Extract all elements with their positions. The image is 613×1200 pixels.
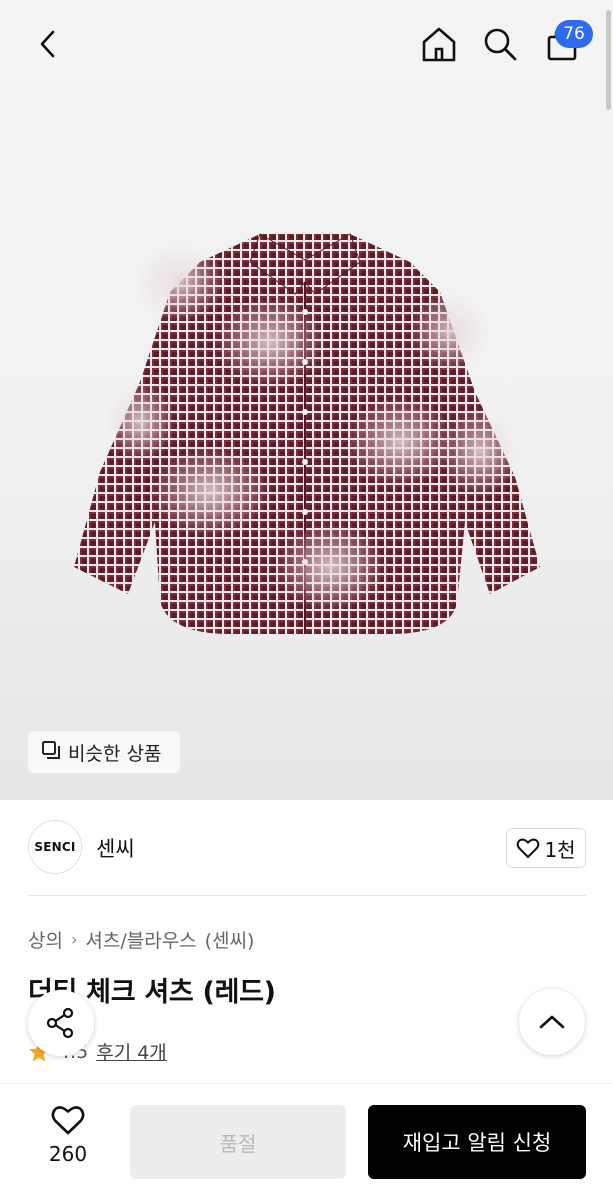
product-like-button[interactable]: 260 (30, 1104, 106, 1176)
brand-row: SENCI 센씨 1천 (0, 800, 613, 896)
search-button[interactable] (478, 22, 522, 66)
cart-count-badge: 76 (555, 20, 593, 48)
divider (28, 895, 586, 896)
heart-icon (517, 838, 540, 859)
search-icon (484, 28, 517, 61)
bottom-action-bar: 260 품절 재입고 알림 신청 (0, 1083, 613, 1200)
product-image[interactable] (60, 222, 550, 642)
product-image-area[interactable]: 비슷한 상품 (0, 0, 613, 800)
brand-name[interactable]: 센씨 (96, 833, 135, 863)
similar-items-label: 비슷한 상품 (68, 742, 162, 765)
brand-like-count: 1천 (544, 837, 576, 862)
chevron-right-icon: › (70, 930, 78, 949)
chevron-left-icon (40, 30, 55, 58)
brand-like-button[interactable]: 1천 (506, 828, 586, 868)
heart-icon (51, 1106, 85, 1135)
top-nav-bar: 76 (0, 0, 613, 90)
home-icon (422, 27, 456, 62)
review-count-link[interactable]: 후기 4개 (96, 1038, 167, 1065)
breadcrumb: 상의 › 셔츠/블라우스 (센씨) (28, 926, 254, 953)
home-button[interactable] (417, 22, 461, 66)
breadcrumb-category[interactable]: 상의 (28, 926, 63, 953)
breadcrumb-brand[interactable]: (센씨) (205, 926, 255, 953)
restock-alert-button[interactable]: 재입고 알림 신청 (368, 1105, 586, 1179)
similar-items-button[interactable]: 비슷한 상품 (28, 731, 180, 773)
brand-logo[interactable]: SENCI (28, 820, 82, 874)
share-button[interactable] (28, 990, 94, 1056)
similar-items-icon (40, 739, 62, 765)
soldout-button[interactable]: 품절 (130, 1105, 346, 1179)
share-icon (46, 1007, 74, 1039)
back-button[interactable] (26, 22, 70, 66)
breadcrumb-subcategory[interactable]: 셔츠/블라우스 (85, 926, 196, 953)
scroll-to-top-button[interactable] (519, 989, 585, 1055)
chevron-up-icon (539, 1015, 565, 1029)
product-like-count: 260 (48, 1142, 88, 1166)
